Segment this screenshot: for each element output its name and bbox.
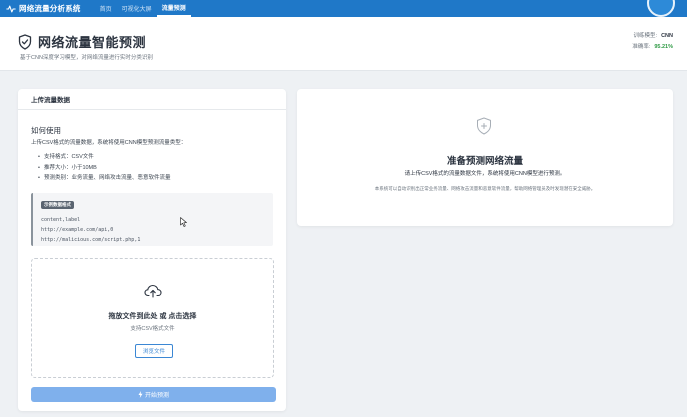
browse-files-button[interactable]: 浏览文件 bbox=[135, 344, 173, 358]
page-header: 网络流量智能预测 基于CNN深度学习模型，对网络流量进行实时分类识别 训练模型:… bbox=[0, 17, 687, 71]
upload-card-header: 上传流量数据 bbox=[18, 89, 286, 110]
file-dropzone[interactable]: 拖放文件到此处 或 点击选择 支持CSV格式文件 浏览文件 bbox=[31, 258, 274, 378]
model-label: 训练模型: bbox=[633, 33, 658, 39]
shield-icon bbox=[18, 33, 32, 50]
nav-item-home[interactable]: 首页 bbox=[95, 0, 117, 17]
dropzone-subtitle: 支持CSV格式文件 bbox=[130, 326, 175, 332]
page-title: 网络流量智能预测 bbox=[38, 35, 147, 50]
model-value: CNN bbox=[661, 33, 673, 39]
accuracy-value: 95.21% bbox=[654, 44, 673, 50]
spec-size: 推荐大小：小于10MB bbox=[38, 163, 170, 174]
example-data-box: 示例数据格式 content,label http://example.com/… bbox=[31, 193, 273, 246]
activity-icon bbox=[6, 5, 16, 12]
example-line-1: http://example.com/api,0 bbox=[41, 227, 114, 233]
howto-title: 如何使用 bbox=[31, 126, 61, 135]
start-prediction-button[interactable]: 开始预测 bbox=[31, 387, 276, 402]
example-line-2: http://malicious.com/script.php,1 bbox=[41, 237, 141, 243]
model-info: 训练模型: CNN 准确率: 95.21% bbox=[632, 31, 673, 53]
bolt-icon bbox=[138, 391, 143, 398]
start-prediction-label: 开始预测 bbox=[144, 393, 169, 399]
dropzone-title: 拖放文件到此处 或 点击选择 bbox=[108, 313, 197, 320]
nav-item-dashboard[interactable]: 可视化大屏 bbox=[117, 0, 157, 17]
nav-item-prediction[interactable]: 流量预测 bbox=[156, 0, 191, 17]
brand[interactable]: 网络流量分析系统 bbox=[6, 3, 81, 14]
accuracy-label: 准确率: bbox=[632, 44, 651, 50]
app-title: 网络流量分析系统 bbox=[19, 4, 81, 13]
mouse-cursor-icon bbox=[180, 217, 187, 227]
example-line-header: content,label bbox=[41, 217, 81, 223]
model-row: 训练模型: CNN bbox=[632, 31, 673, 42]
top-navbar: 网络流量分析系统 首页 可视化大屏 流量预测 bbox=[0, 0, 687, 17]
page-title-row: 网络流量智能预测 bbox=[18, 32, 146, 51]
result-note: 本系统可以自动识别出正常业务流量、网络攻击流量和恶意软件流量，帮助网络管理员及时… bbox=[374, 186, 596, 191]
example-badge: 示例数据格式 bbox=[41, 201, 74, 209]
result-card: 准备预测网络流量 请上传CSV格式的流量数据文件，系统将使用CNN模型进行预测。… bbox=[297, 89, 673, 226]
result-title: 准备预测网络流量 bbox=[446, 156, 523, 167]
avatar[interactable] bbox=[647, 0, 675, 17]
spec-list: 支持格式：CSV文件 推荐大小：小于10MB 预测类别：业务流量、网络攻击流量、… bbox=[38, 152, 171, 184]
upload-cloud-icon bbox=[144, 284, 162, 298]
main-nav: 首页 可视化大屏 流量预测 bbox=[95, 0, 191, 17]
spec-format: 支持格式：CSV文件 bbox=[38, 152, 170, 163]
howto-description: 上传CSV格式的流量数据，系统将使用CNN模型预测流量类型： bbox=[31, 140, 187, 146]
page-subtitle: 基于CNN深度学习模型，对网络流量进行实时分类识别 bbox=[20, 55, 153, 61]
accuracy-row: 准确率: 95.21% bbox=[632, 42, 673, 53]
result-description: 请上传CSV格式的流量数据文件，系统将使用CNN模型进行预测。 bbox=[404, 171, 566, 177]
spec-categories: 预测类别：业务流量、网络攻击流量、恶意软件流量 bbox=[38, 173, 171, 184]
shield-plus-icon bbox=[477, 117, 491, 135]
upload-card: 上传流量数据 如何使用 上传CSV格式的流量数据，系统将使用CNN模型预测流量类… bbox=[18, 89, 286, 411]
